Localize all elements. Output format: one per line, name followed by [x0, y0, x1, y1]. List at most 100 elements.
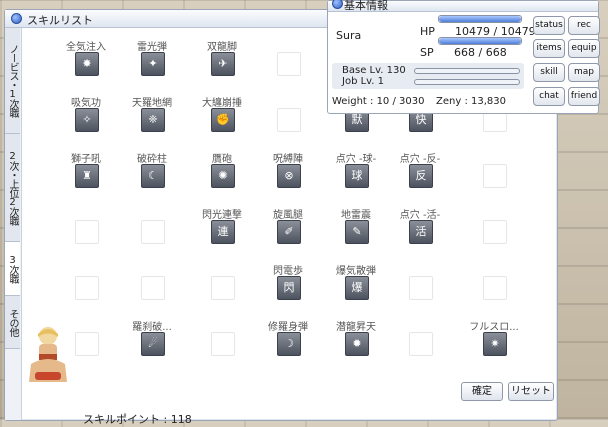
skill-icon[interactable]: ☄ — [141, 332, 165, 356]
empty-skill-slot — [483, 220, 507, 244]
sp-value: 668 / 668 — [454, 46, 507, 59]
tab-novice-first[interactable]: ノービス・1次職 — [5, 28, 20, 134]
skill-tab-column: ノービス・1次職 2次・上位2次職 3次職 その他 — [5, 28, 22, 420]
tab-third[interactable]: 3次職 — [5, 242, 20, 296]
skill-icon[interactable]: ✐ — [277, 220, 301, 244]
glyph-icon: 默 — [351, 113, 363, 126]
weight-readout: Weight : 10 / 3030 — [332, 96, 425, 107]
items-button[interactable]: items — [533, 39, 565, 58]
skill-icon[interactable]: ✊ — [211, 108, 235, 132]
breath-icon: ✧ — [82, 113, 92, 126]
skill-icon[interactable]: ❈ — [141, 108, 165, 132]
skill-icon[interactable]: ✸ — [75, 52, 99, 76]
skill-label: 点穴 -活- — [399, 210, 441, 221]
empty-skill-slot — [409, 276, 433, 300]
chat-button[interactable]: chat — [533, 87, 565, 106]
rec-button[interactable]: rec — [568, 16, 600, 35]
skill-icon[interactable]: ✷ — [483, 332, 507, 356]
glyph-icon: 爆 — [351, 281, 363, 294]
spark-icon: ✦ — [148, 57, 158, 70]
shura-icon: ☽ — [284, 337, 294, 350]
skill-button[interactable]: skill — [533, 63, 565, 82]
skill-label: 閃光連撃 — [202, 210, 242, 221]
level-box: Base Lv. 130 Job Lv. 1 — [332, 63, 524, 89]
skill-icon[interactable]: ☾ — [141, 164, 165, 188]
empty-skill-slot — [483, 164, 507, 188]
skill-icon[interactable]: ⊗ — [277, 164, 301, 188]
tab-other[interactable]: その他 — [5, 296, 20, 349]
base-exp-bar — [414, 68, 520, 74]
empty-skill-slot — [75, 220, 99, 244]
skill-icon[interactable]: 球 — [345, 164, 369, 188]
skill-label: 全気注入 — [66, 42, 106, 53]
empty-skill-slot — [75, 276, 99, 300]
window-orb-icon[interactable] — [11, 13, 22, 24]
rise-icon: ✹ — [352, 337, 362, 350]
map-button[interactable]: map — [568, 63, 600, 82]
character-name: Sura — [336, 29, 362, 42]
skill-points-label: スキルポイント : 118 — [83, 413, 192, 426]
skill-icon[interactable]: 活 — [409, 220, 433, 244]
skill-icon[interactable]: 閃 — [277, 276, 301, 300]
tab-second[interactable]: 2次・上位2次職 — [5, 134, 20, 242]
hp-bar-fill — [439, 16, 521, 22]
job-exp-bar — [414, 79, 520, 85]
glyph-icon: 閃 — [283, 281, 295, 294]
skill-label: 潜龍昇天 — [336, 322, 376, 333]
skill-label: 旋風腿 — [273, 210, 303, 221]
quake-icon: ✎ — [352, 225, 362, 238]
basic-info-titlebar[interactable]: 基本情報 — [328, 0, 598, 12]
status-button[interactable]: status — [533, 16, 565, 35]
skill-label: 点穴 -反- — [399, 154, 441, 165]
glyph-icon: 連 — [217, 225, 229, 238]
net-icon: ❈ — [148, 113, 158, 126]
sp-bar-fill — [439, 38, 521, 44]
empty-skill-slot — [409, 332, 433, 356]
skill-label: 贋砲 — [212, 154, 232, 165]
hp-bar — [438, 15, 522, 23]
job-level: Job Lv. 1 — [342, 76, 385, 87]
skill-label: 雷光弾 — [137, 42, 167, 53]
glyph-icon: 活 — [415, 225, 427, 238]
window-orb-icon[interactable] — [332, 0, 343, 9]
skill-window-title: スキルリスト — [27, 14, 93, 27]
rakshasa-icon: ☄ — [148, 337, 158, 350]
character-avatar — [29, 327, 67, 382]
skill-label: 閃電歩 — [273, 266, 303, 277]
skill-label: 修羅身弾 — [268, 322, 308, 333]
skill-icon[interactable]: ✹ — [345, 332, 369, 356]
skill-label: 天羅地網 — [132, 98, 172, 109]
skill-icon[interactable]: ✧ — [75, 108, 99, 132]
skill-label: 呪縛陣 — [273, 154, 303, 165]
reset-button[interactable]: リセット — [508, 382, 554, 401]
glyph-icon: 反 — [415, 169, 427, 182]
skill-label: 双龍脚 — [207, 42, 237, 53]
equip-button[interactable]: equip — [568, 39, 600, 58]
empty-skill-slot — [211, 276, 235, 300]
full-icon: ✷ — [490, 337, 500, 350]
empty-skill-slot — [277, 52, 301, 76]
empty-skill-slot — [141, 276, 165, 300]
skill-icon[interactable]: ✺ — [211, 164, 235, 188]
skill-icon[interactable]: 連 — [211, 220, 235, 244]
sp-label: SP — [420, 46, 434, 59]
friend-button[interactable]: friend — [568, 87, 600, 106]
skill-icon[interactable]: ✎ — [345, 220, 369, 244]
skill-icon[interactable]: ✦ — [141, 52, 165, 76]
sp-bar — [438, 37, 522, 45]
circle-icon: ⊗ — [284, 169, 294, 182]
confirm-button[interactable]: 確定 — [461, 382, 503, 401]
empty-skill-slot — [141, 220, 165, 244]
empty-skill-slot — [75, 332, 99, 356]
skill-icon[interactable]: ☽ — [277, 332, 301, 356]
skill-icon[interactable]: 爆 — [345, 276, 369, 300]
moon-icon: ☾ — [148, 169, 158, 182]
basic-info-window: 基本情報 Sura HP 10479 / 10479 SP 668 / 668 … — [327, 0, 600, 114]
skill-icon[interactable]: 反 — [409, 164, 433, 188]
skill-icon[interactable]: ♜ — [75, 164, 99, 188]
skill-icon[interactable]: ✈ — [211, 52, 235, 76]
empty-skill-slot — [277, 108, 301, 132]
skill-label: 羅刹破... — [132, 322, 172, 333]
skill-label: フルスロ... — [469, 322, 519, 333]
empty-skill-slot — [483, 276, 507, 300]
